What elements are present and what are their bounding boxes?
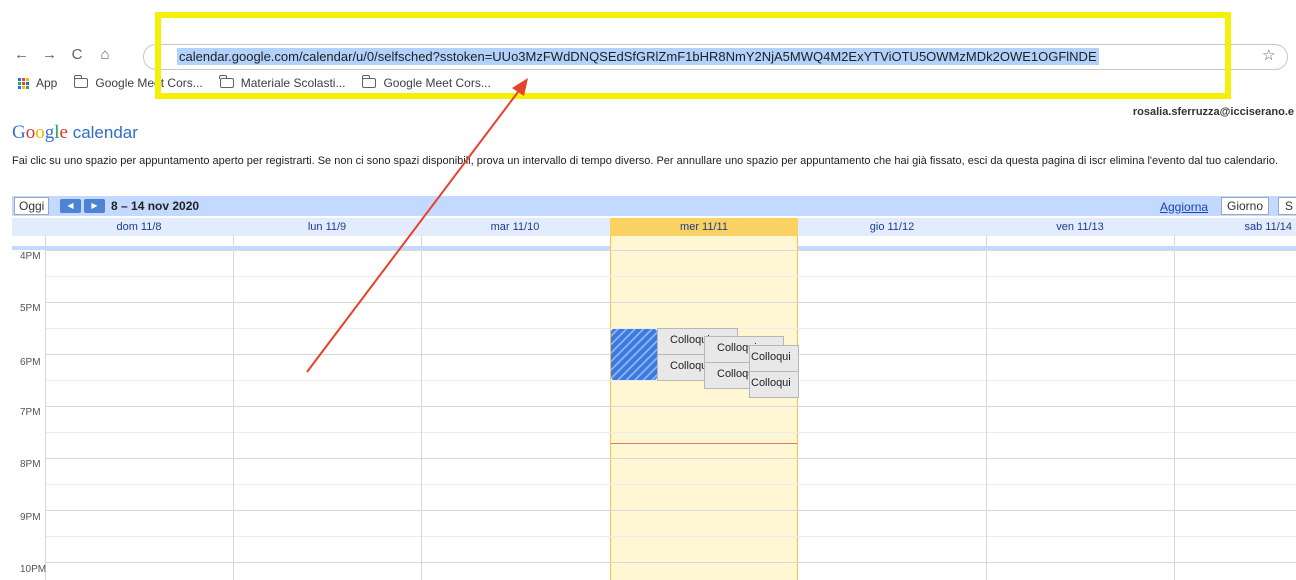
logo-calendar-text: calendar	[72, 123, 138, 142]
calendar-toolbar: Oggi ◀ ▶ 8 – 14 nov 2020 Aggiorna Giorno…	[12, 196, 1296, 216]
appointment-slot[interactable]: Colloqui	[749, 371, 799, 398]
hour-label: 6PM	[20, 357, 41, 368]
browser-nav: ← → C ⌂	[14, 46, 112, 63]
home-icon[interactable]: ⌂	[98, 46, 112, 63]
back-arrow-icon[interactable]: ←	[14, 46, 29, 63]
day-header: mar 11/10	[490, 221, 540, 233]
hour-label: 10PM	[20, 564, 47, 575]
appointment-slot[interactable]: Colloqui	[749, 345, 799, 372]
forward-arrow-icon[interactable]: →	[42, 46, 57, 63]
booked-slot[interactable]	[611, 329, 657, 380]
bookmark-label: App	[36, 76, 58, 90]
column-divider	[45, 236, 46, 580]
folder-icon	[73, 75, 89, 88]
instructions-text: Fai clic su uno spazio per appuntamento …	[12, 155, 1279, 167]
day-header-today: mer 11/11	[610, 218, 798, 236]
apps-grid-icon	[18, 77, 29, 89]
today-button[interactable]: Oggi	[14, 197, 50, 215]
day-header: ven 11/13	[1056, 221, 1104, 233]
hour-label: 4PM	[20, 251, 41, 262]
google-calendar-logo: Google calendar	[12, 122, 138, 144]
current-time-line	[611, 443, 797, 444]
column-divider	[233, 236, 234, 580]
date-range: 8 – 14 nov 2020	[111, 199, 200, 213]
day-headers: dom 11/8 lun 11/9 mar 11/10 mer 11/11 gi…	[12, 218, 1296, 236]
hour-label: 7PM	[20, 407, 41, 418]
week-nav: ◀ ▶	[60, 199, 105, 213]
user-email: rosalia.sferruzza@icciserano.e	[1132, 106, 1294, 118]
bookmark-star-icon[interactable]: ☆	[1262, 46, 1275, 64]
week-view-button[interactable]: S	[1278, 197, 1296, 215]
day-header: sab 11/14	[1244, 221, 1292, 233]
day-header: lun 11/9	[307, 221, 347, 233]
day-header: dom 11/8	[116, 221, 162, 233]
week-grid: 4PM 5PM 6PM 7PM 8PM 9PM 10PM Colloqui Co…	[12, 236, 1296, 580]
hour-label: 9PM	[20, 512, 41, 523]
column-divider	[1174, 236, 1175, 580]
logo-google-text: Google	[12, 122, 68, 143]
today-column	[610, 236, 798, 580]
bookmark-apps[interactable]: App	[18, 76, 57, 90]
column-divider	[986, 236, 987, 580]
url-highlight-box	[155, 12, 1231, 99]
reload-icon[interactable]: C	[70, 46, 84, 63]
refresh-link[interactable]: Aggiorna	[1160, 200, 1208, 214]
next-week-icon[interactable]: ▶	[84, 199, 105, 213]
hour-label: 5PM	[20, 303, 41, 314]
prev-week-icon[interactable]: ◀	[60, 199, 81, 213]
day-header: gio 11/12	[869, 221, 915, 233]
day-view-button[interactable]: Giorno	[1221, 197, 1270, 215]
column-divider	[421, 236, 422, 580]
hour-label: 8PM	[20, 459, 41, 470]
